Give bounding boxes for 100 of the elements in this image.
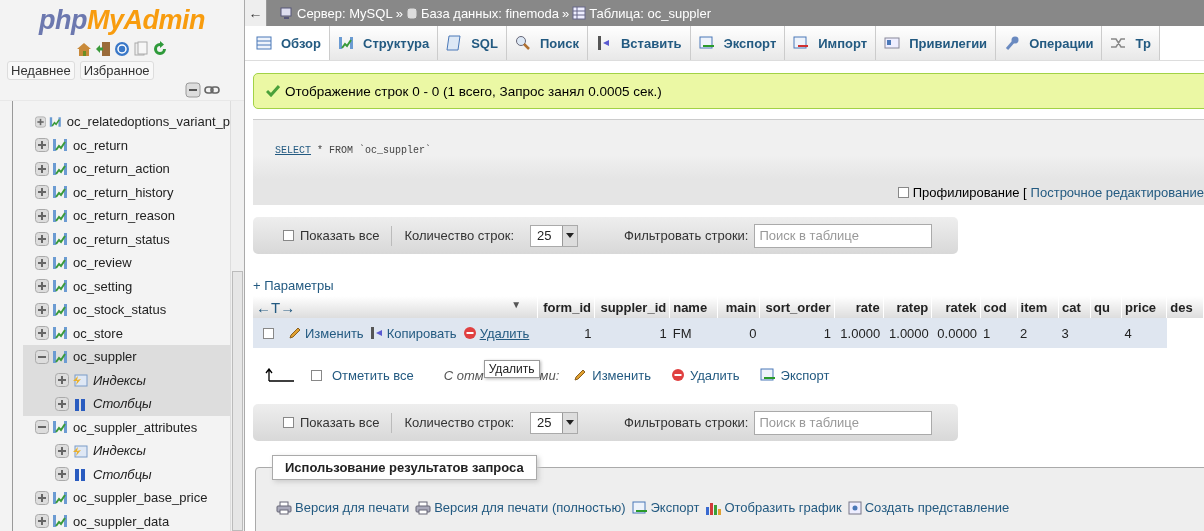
- expand-icon[interactable]: [35, 114, 47, 129]
- collapse-icon[interactable]: [35, 420, 49, 435]
- expand-icon[interactable]: [55, 396, 69, 411]
- check-all-link[interactable]: Отметить все: [332, 367, 414, 383]
- table-link[interactable]: oc_suppler: [73, 349, 137, 365]
- columns-icon: [72, 466, 88, 483]
- expand-icon[interactable]: [35, 185, 49, 200]
- expand-icon[interactable]: [35, 255, 49, 270]
- rows-select[interactable]: 25: [530, 411, 578, 434]
- tree-item[interactable]: Индексы: [93, 443, 146, 459]
- bulk-action-button[interactable]: Изменить: [573, 367, 651, 383]
- breadcrumb-link[interactable]: База данных: finemoda: [420, 5, 559, 21]
- breadcrumb-link[interactable]: Сервер: MySQL: [297, 5, 393, 21]
- row-action-link[interactable]: Изменить: [288, 325, 364, 341]
- expand-icon[interactable]: [35, 232, 49, 247]
- door-icon[interactable]: [95, 41, 111, 57]
- result-action-link[interactable]: Отобразить график: [705, 500, 842, 515]
- tree-item[interactable]: Столбцы: [93, 396, 152, 412]
- filter-field[interactable]: Поиск в таблице: [754, 223, 933, 248]
- table-link[interactable]: oc_setting: [73, 278, 133, 294]
- help-icon[interactable]: [114, 41, 130, 57]
- checkbox[interactable]: [283, 230, 294, 241]
- back-button[interactable]: ←: [245, 0, 267, 26]
- table-link[interactable]: oc_stock_status: [73, 302, 167, 318]
- checkbox[interactable]: [311, 369, 322, 381]
- tab[interactable]: Тр: [1102, 26, 1160, 60]
- expand-icon[interactable]: [35, 138, 49, 153]
- resize-handle[interactable]: ←T→: [256, 298, 296, 316]
- column-header[interactable]: ratek: [931, 296, 981, 318]
- row-action-link[interactable]: Удалить: [462, 325, 530, 341]
- expand-icon[interactable]: [35, 326, 49, 341]
- link-icon[interactable]: [204, 85, 220, 95]
- column-header[interactable]: cod: [980, 296, 1018, 318]
- expand-icon[interactable]: [35, 161, 49, 176]
- expand-icon[interactable]: [35, 302, 49, 317]
- reload-icon[interactable]: [152, 41, 168, 57]
- expand-icon[interactable]: [55, 443, 69, 458]
- filter-field[interactable]: Поиск в таблице: [754, 410, 933, 435]
- column-header[interactable]: name: [669, 296, 718, 318]
- tab[interactable]: Структура: [330, 26, 439, 60]
- column-header[interactable]: des: [1166, 296, 1204, 318]
- expand-icon[interactable]: [35, 514, 49, 529]
- column-header[interactable]: qu: [1090, 296, 1122, 318]
- sidebar-tab[interactable]: Избранное: [79, 61, 154, 80]
- table-link[interactable]: oc_return_history: [73, 184, 174, 200]
- table-link[interactable]: oc_return_status: [73, 231, 170, 247]
- checkbox[interactable]: [897, 186, 909, 198]
- sidebar-tab[interactable]: Недавнее: [7, 61, 75, 80]
- collapse-icon[interactable]: [35, 349, 49, 364]
- tab[interactable]: Поиск: [506, 26, 588, 60]
- scrollbar[interactable]: [230, 101, 244, 531]
- expand-icon[interactable]: [35, 490, 49, 505]
- column-header[interactable]: ratep: [883, 296, 932, 318]
- expand-icon[interactable]: [55, 373, 69, 388]
- column-header[interactable]: rate: [834, 296, 884, 318]
- tree-item[interactable]: Столбцы: [93, 466, 152, 482]
- tab[interactable]: Привилегии: [876, 26, 997, 60]
- column-header[interactable]: suppler_id: [594, 296, 670, 318]
- breadcrumb-link[interactable]: Таблица: oc_suppler: [589, 5, 712, 21]
- expand-icon[interactable]: [35, 208, 49, 223]
- result-action-link[interactable]: Версия для печати: [276, 500, 410, 515]
- options-link[interactable]: + Параметры: [253, 278, 334, 293]
- column-header[interactable]: item: [1017, 296, 1059, 318]
- checkbox[interactable]: [263, 327, 274, 339]
- result-action-link[interactable]: Версия для печати (полностью): [415, 500, 626, 515]
- sql-keyword-link[interactable]: SELECT: [275, 145, 311, 156]
- tab[interactable]: Экспорт: [690, 26, 786, 60]
- table-link[interactable]: oc_suppler_attributes: [73, 419, 198, 435]
- table-link[interactable]: oc_suppler_base_price: [73, 490, 208, 506]
- inline-edit-link[interactable]: Построчное редактирование: [1030, 184, 1204, 200]
- table-link[interactable]: oc_suppler_data: [73, 513, 170, 529]
- expand-icon[interactable]: [35, 279, 49, 294]
- checkbox[interactable]: [283, 417, 294, 428]
- tab[interactable]: SQL: [438, 26, 507, 60]
- table-cell: 1: [823, 325, 832, 341]
- column-header[interactable]: price: [1121, 296, 1167, 318]
- home-icon[interactable]: [76, 41, 92, 57]
- row-action-link[interactable]: Копировать: [369, 325, 457, 341]
- table-link[interactable]: oc_store: [73, 325, 123, 341]
- tab[interactable]: Вставить: [587, 26, 691, 60]
- column-header[interactable]: sort_order: [759, 296, 835, 318]
- bulk-action-button[interactable]: Экспорт: [759, 367, 830, 383]
- column-header[interactable]: form_id: [537, 296, 595, 318]
- result-action-link[interactable]: Экспорт: [631, 500, 700, 515]
- rows-select[interactable]: 25: [530, 224, 578, 247]
- table-link[interactable]: oc_return: [73, 137, 128, 153]
- table-link[interactable]: oc_relatedoptions_variant_p: [66, 114, 230, 130]
- tab[interactable]: Операции: [996, 26, 1103, 60]
- bulk-action-button[interactable]: Удалить: [670, 367, 740, 383]
- table-link[interactable]: oc_return_action: [73, 161, 170, 177]
- column-header[interactable]: cat: [1058, 296, 1091, 318]
- sort-menu-caret[interactable]: ▼: [511, 299, 522, 310]
- tab[interactable]: Импорт: [785, 26, 877, 60]
- collapse-all-icon[interactable]: [185, 82, 201, 98]
- table-link[interactable]: oc_return_reason: [73, 208, 175, 224]
- expand-icon[interactable]: [55, 467, 69, 482]
- table-link[interactable]: oc_review: [73, 255, 132, 271]
- tree-item[interactable]: Индексы: [93, 372, 146, 388]
- result-action-link[interactable]: Создать представление: [847, 500, 1010, 515]
- column-header[interactable]: main: [717, 296, 760, 318]
